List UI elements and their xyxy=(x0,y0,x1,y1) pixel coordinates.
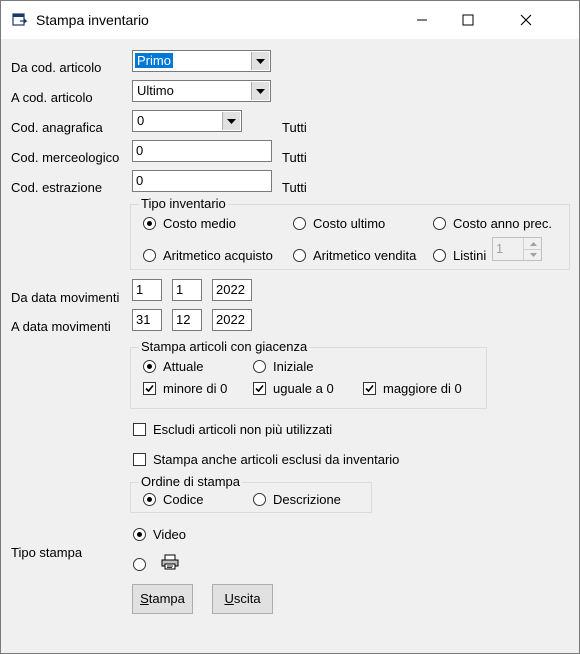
cod-estrazione-label: Cod. estrazione xyxy=(11,180,103,195)
costo-medio-label: Costo medio xyxy=(163,216,236,231)
da-month-input[interactable]: 1 xyxy=(172,279,202,301)
da-data-label: Da data movimenti xyxy=(11,290,120,305)
cod-merceologico-tutti: Tutti xyxy=(282,150,307,165)
stampa-inventario-window: Stampa inventario Da cod. articolo Primo… xyxy=(0,0,580,654)
costo-ultimo-label: Costo ultimo xyxy=(313,216,386,231)
escludi-checkbox[interactable] xyxy=(133,423,146,436)
maggiore-checkbox[interactable] xyxy=(363,382,376,395)
cod-merceologico-label: Cod. merceologico xyxy=(11,150,120,165)
close-button[interactable] xyxy=(503,1,549,39)
listini-label: Listini xyxy=(453,248,487,263)
a-cod-articolo-label: A cod. articolo xyxy=(11,90,93,105)
aritmetico-acquisto-label: Aritmetico acquisto xyxy=(163,248,273,263)
uscita-button-label: scita xyxy=(233,591,261,606)
maggiore-label: maggiore di 0 xyxy=(383,381,462,396)
a-data-label: A data movimenti xyxy=(11,319,111,334)
da-cod-articolo-combo[interactable]: Primo xyxy=(132,50,271,72)
stampa-button-label: tampa xyxy=(148,591,185,606)
descrizione-radio[interactable] xyxy=(253,493,266,506)
a-year-input[interactable]: 2022 xyxy=(212,309,252,331)
iniziale-radio[interactable] xyxy=(253,360,266,373)
printer-radio[interactable] xyxy=(133,558,146,571)
escludi-label: Escludi articoli non più utilizzati xyxy=(153,422,333,437)
stampa-button[interactable]: Stampa xyxy=(132,584,193,614)
title-bar: Stampa inventario xyxy=(1,1,579,39)
stampa-esclusi-label: Stampa anche articoli esclusi da inventa… xyxy=(153,452,400,467)
listini-value: 1 xyxy=(496,241,504,256)
maximize-button[interactable] xyxy=(445,1,491,39)
giacenza-title: Stampa articoli con giacenza xyxy=(139,339,310,355)
aritmetico-acquisto-radio[interactable] xyxy=(143,249,156,262)
cod-anagrafica-label: Cod. anagrafica xyxy=(11,120,103,135)
app-icon xyxy=(12,12,28,28)
da-day-input[interactable]: 1 xyxy=(132,279,162,301)
cod-estrazione-input[interactable]: 0 xyxy=(132,170,272,192)
descrizione-label: Descrizione xyxy=(273,492,341,507)
a-month-input[interactable]: 12 xyxy=(172,309,202,331)
a-cod-articolo-value: Ultimo xyxy=(137,83,174,98)
uguale-label: uguale a 0 xyxy=(273,381,334,396)
da-cod-articolo-value: Primo xyxy=(135,53,173,68)
minore-label: minore di 0 xyxy=(163,381,228,396)
cod-anagrafica-value: 0 xyxy=(137,113,145,128)
checkmark-icon xyxy=(145,384,154,393)
minimize-button[interactable] xyxy=(399,1,445,39)
costo-anno-prec-radio[interactable] xyxy=(433,217,446,230)
spin-down-icon[interactable] xyxy=(523,249,542,260)
stampa-mnemonic: S xyxy=(140,591,149,606)
listini-radio[interactable] xyxy=(433,249,446,262)
chevron-down-icon[interactable] xyxy=(222,112,240,130)
codice-radio[interactable] xyxy=(143,493,156,506)
printer-icon xyxy=(161,554,179,570)
attuale-radio[interactable] xyxy=(143,360,156,373)
video-label: Video xyxy=(153,527,187,542)
a-day-input[interactable]: 31 xyxy=(132,309,162,331)
stampa-esclusi-checkbox[interactable] xyxy=(133,453,146,466)
cod-anagrafica-tutti: Tutti xyxy=(282,120,307,135)
aritmetico-vendita-label: Aritmetico vendita xyxy=(313,248,417,263)
cod-anagrafica-combo[interactable]: 0 xyxy=(132,110,242,132)
ordine-title: Ordine di stampa xyxy=(139,474,242,490)
chevron-down-icon[interactable] xyxy=(251,52,269,70)
cod-estrazione-tutti: Tutti xyxy=(282,180,307,195)
costo-ultimo-radio[interactable] xyxy=(293,217,306,230)
minore-checkbox[interactable] xyxy=(143,382,156,395)
codice-label: Codice xyxy=(163,492,204,507)
checkmark-icon xyxy=(365,384,374,393)
chevron-down-icon[interactable] xyxy=(251,82,269,100)
listini-spinner[interactable]: 1 xyxy=(492,237,542,261)
attuale-label: Attuale xyxy=(163,359,204,374)
tipo-inventario-title: Tipo inventario xyxy=(139,196,228,212)
iniziale-label: Iniziale xyxy=(273,359,314,374)
uscita-mnemonic: U xyxy=(224,591,234,606)
da-year-input[interactable]: 2022 xyxy=(212,279,252,301)
checkmark-icon xyxy=(255,384,264,393)
window-title: Stampa inventario xyxy=(36,12,149,28)
tipo-stampa-label: Tipo stampa xyxy=(11,545,83,560)
costo-anno-prec-label: Costo anno prec. xyxy=(453,216,553,231)
uscita-button[interactable]: Uscita xyxy=(212,584,273,614)
aritmetico-vendita-radio[interactable] xyxy=(293,249,306,262)
video-radio[interactable] xyxy=(133,528,146,541)
a-cod-articolo-combo[interactable]: Ultimo xyxy=(132,80,271,102)
cod-merceologico-input[interactable]: 0 xyxy=(132,140,272,162)
uguale-checkbox[interactable] xyxy=(253,382,266,395)
costo-medio-radio[interactable] xyxy=(143,217,156,230)
da-cod-articolo-label: Da cod. articolo xyxy=(11,60,102,75)
giacenza-group: Stampa articoli con giacenza xyxy=(130,339,487,409)
